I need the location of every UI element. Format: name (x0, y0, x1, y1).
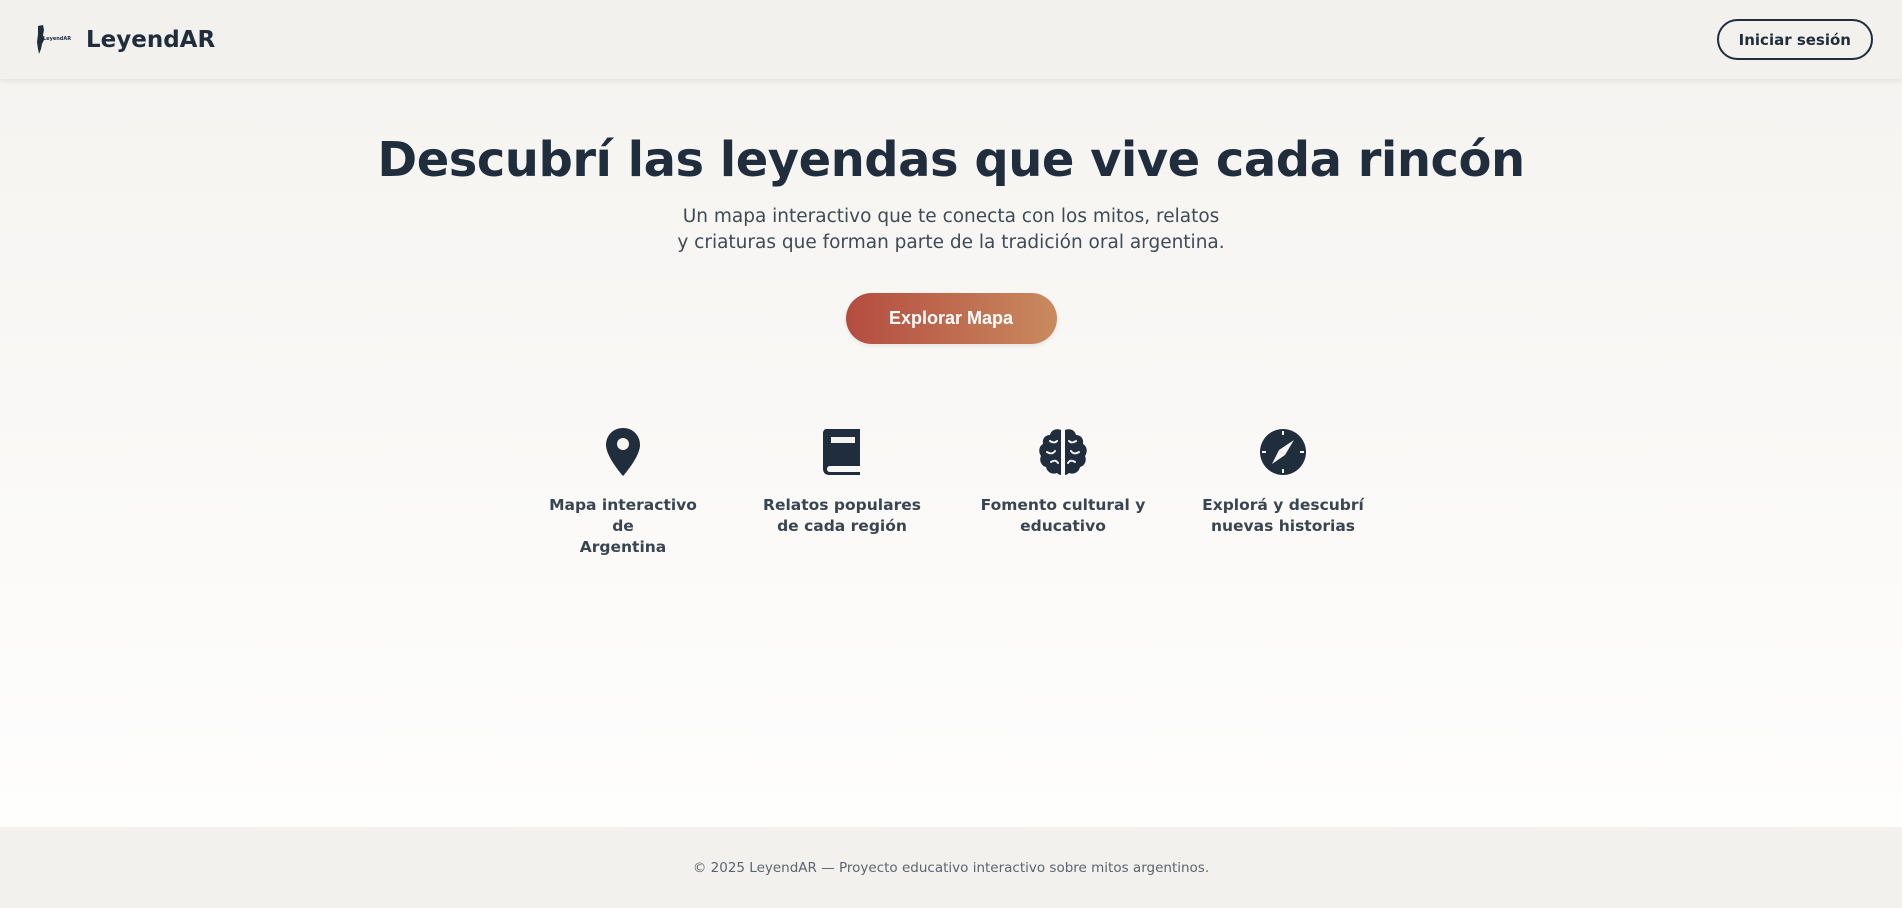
site-header: LeyendAR LeyendAR Iniciar sesión (0, 0, 1902, 79)
feature-interactive-map: Mapa interactivo de Argentina (538, 425, 708, 558)
feature-label-line-1: Mapa interactivo de (549, 496, 697, 535)
feature-popular-stories: Relatos populares de cada región (757, 425, 927, 537)
hero-subtitle-line-1: Un mapa interactivo que te conecta con l… (682, 206, 1220, 227)
feature-label-line-1: Relatos populares (763, 496, 921, 514)
hero-subtitle-line-2: y criaturas que forman parte de la tradi… (677, 232, 1225, 253)
feature-explore-discover: Explorá y descubrí nuevas historias (1198, 425, 1368, 537)
feature-cultural-education: Fomento cultural y educativo (978, 425, 1148, 537)
compass-icon (1198, 425, 1368, 479)
feature-label: Mapa interactivo de Argentina (538, 495, 708, 558)
hero-section: Descubrí las leyendas que vive cada rinc… (0, 79, 1902, 344)
feature-label-line-2: educativo (1020, 517, 1106, 535)
cta-wrapper: Explorar Mapa (0, 293, 1902, 344)
feature-label-line-2: Argentina (579, 538, 667, 556)
feature-label-line-1: Explorá y descubrí (1202, 496, 1364, 514)
feature-label-line-1: Fomento cultural y (980, 496, 1146, 514)
page-title: Descubrí las leyendas que vive cada rinc… (377, 132, 1525, 188)
brand[interactable]: LeyendAR LeyendAR (34, 24, 215, 56)
feature-label-line-2: nuevas historias (1210, 517, 1356, 535)
logo-text: LeyendAR (43, 35, 72, 42)
feature-label-line-2: de cada región (777, 517, 907, 535)
login-button[interactable]: Iniciar sesión (1716, 19, 1873, 60)
brain-icon (978, 425, 1148, 479)
feature-label: Relatos populares de cada región (757, 495, 927, 537)
book-icon (757, 425, 927, 479)
logo: LeyendAR (34, 24, 72, 56)
feature-label: Fomento cultural y educativo (978, 495, 1148, 537)
hero-subtitle: Un mapa interactivo que te conecta con l… (0, 204, 1902, 256)
footer-copyright: © 2025 LeyendAR — Proyecto educativo int… (692, 859, 1210, 876)
site-footer: © 2025 LeyendAR — Proyecto educativo int… (0, 827, 1902, 908)
explore-map-button[interactable]: Explorar Mapa (845, 293, 1057, 344)
map-pin-icon (538, 425, 708, 479)
brand-name: LeyendAR (86, 26, 216, 53)
feature-label: Explorá y descubrí nuevas historias (1198, 495, 1368, 537)
